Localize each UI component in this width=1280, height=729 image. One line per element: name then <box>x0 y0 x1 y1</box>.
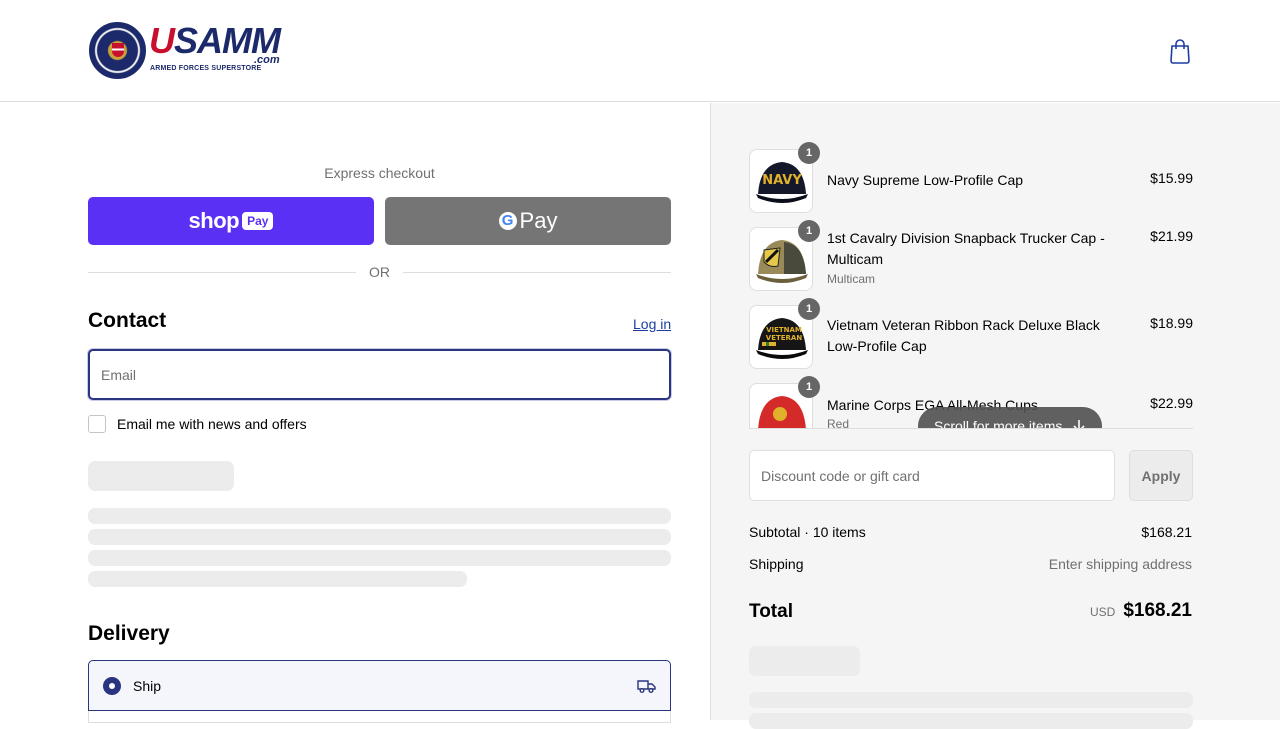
delivery-options: Ship <box>88 660 671 723</box>
logo-tagline: ARMED FORCES SUPERSTORE <box>150 65 262 72</box>
express-checkout-label: Express checkout <box>324 165 435 181</box>
item-price: $15.99 <box>1150 170 1193 186</box>
quantity-badge: 1 <box>798 142 820 164</box>
email-field[interactable] <box>88 349 671 400</box>
line-items-list[interactable]: NAVY 1 Navy Supreme Low-Profile Cap $15.… <box>749 141 1193 429</box>
loading-placeholder <box>88 508 671 524</box>
loading-placeholder <box>749 646 860 676</box>
total-value: USD $168.21 <box>1090 600 1192 622</box>
line-item: NAVY 1 Navy Supreme Low-Profile Cap $15.… <box>749 142 1193 213</box>
item-name: Vietnam Veteran Ribbon Rack Deluxe Black… <box>827 317 1100 354</box>
or-label: OR <box>369 264 390 280</box>
ship-option[interactable]: Ship <box>88 660 671 711</box>
discount-code-input[interactable] <box>749 450 1115 501</box>
item-name: Navy Supreme Low-Profile Cap <box>827 172 1024 188</box>
item-variant: Red <box>827 417 850 429</box>
or-divider: OR <box>88 263 671 281</box>
store-logo[interactable]: USAMM .com ARMED FORCES SUPERSTORE <box>89 22 289 80</box>
seal-icon <box>89 22 146 79</box>
quantity-badge: 1 <box>798 376 820 398</box>
quantity-badge: 1 <box>798 220 820 242</box>
svg-text:VIETNAM: VIETNAM <box>766 326 802 334</box>
shop-pay-badge: Pay <box>242 212 274 230</box>
svg-text:VETERAN: VETERAN <box>766 334 803 342</box>
svg-text:NAVY: NAVY <box>762 173 802 188</box>
arrow-down-icon <box>1073 420 1085 428</box>
subtotal-label: Subtotal · 10 items <box>749 524 866 540</box>
shipping-label: Shipping <box>749 556 804 572</box>
item-price: $18.99 <box>1150 315 1193 331</box>
item-name: 1st Cavalry Division Snapback Trucker Ca… <box>827 230 1105 267</box>
ship-label: Ship <box>133 677 162 694</box>
google-pay-button[interactable]: G Pay <box>385 197 671 245</box>
login-link[interactable]: Log in <box>633 316 671 332</box>
contact-heading: Contact <box>88 309 167 332</box>
loading-placeholder <box>88 571 467 587</box>
scroll-more-button[interactable]: Scroll for more items <box>918 407 1103 429</box>
shipping-value: Enter shipping address <box>1048 556 1192 572</box>
apply-discount-button[interactable]: Apply <box>1129 450 1193 501</box>
loading-placeholder <box>749 713 1193 729</box>
subtotal-value: $168.21 <box>1141 524 1192 540</box>
shop-pay-wordmark: shop <box>188 208 240 233</box>
total-amount: $168.21 <box>1123 600 1192 621</box>
item-price: $21.99 <box>1150 228 1193 244</box>
loading-placeholder <box>88 550 671 566</box>
total-label: Total <box>749 601 793 622</box>
truck-icon <box>637 679 656 693</box>
item-price: $22.99 <box>1150 395 1193 411</box>
item-variant: Multicam <box>827 272 876 286</box>
loading-placeholder <box>749 692 1193 708</box>
google-pay-label: Pay <box>519 208 558 233</box>
ship-radio[interactable] <box>103 676 121 695</box>
newsletter-checkbox[interactable] <box>88 415 106 433</box>
divider-line <box>88 272 356 273</box>
divider-line <box>403 272 671 273</box>
checkout-main: Express checkout shop Pay G Pay OR Conta… <box>0 103 710 723</box>
currency-code: USD <box>1089 605 1116 619</box>
line-item: 1 1st Cavalry Division Snapback Trucker … <box>749 220 1193 291</box>
newsletter-label: Email me with news and offers <box>117 416 307 432</box>
loading-placeholder <box>88 461 234 491</box>
scroll-more-label: Scroll for more items <box>934 418 1063 429</box>
google-g-icon: G <box>498 212 517 230</box>
shopping-bag-icon <box>1170 39 1190 64</box>
shop-pay-button[interactable]: shop Pay <box>88 197 374 245</box>
order-summary: NAVY 1 Navy Supreme Low-Profile Cap $15.… <box>710 103 1280 729</box>
pickup-option[interactable] <box>88 711 671 723</box>
line-item: VIETNAM VETERAN 1 Vietnam Veteran Ribbon… <box>749 298 1193 369</box>
quantity-badge: 1 <box>798 298 820 320</box>
header: USAMM .com ARMED FORCES SUPERSTORE <box>0 0 1280 102</box>
newsletter-checkbox-row[interactable]: Email me with news and offers <box>88 415 307 433</box>
cart-button[interactable] <box>1168 38 1192 64</box>
loading-placeholder <box>88 529 671 545</box>
delivery-heading: Delivery <box>88 622 170 645</box>
